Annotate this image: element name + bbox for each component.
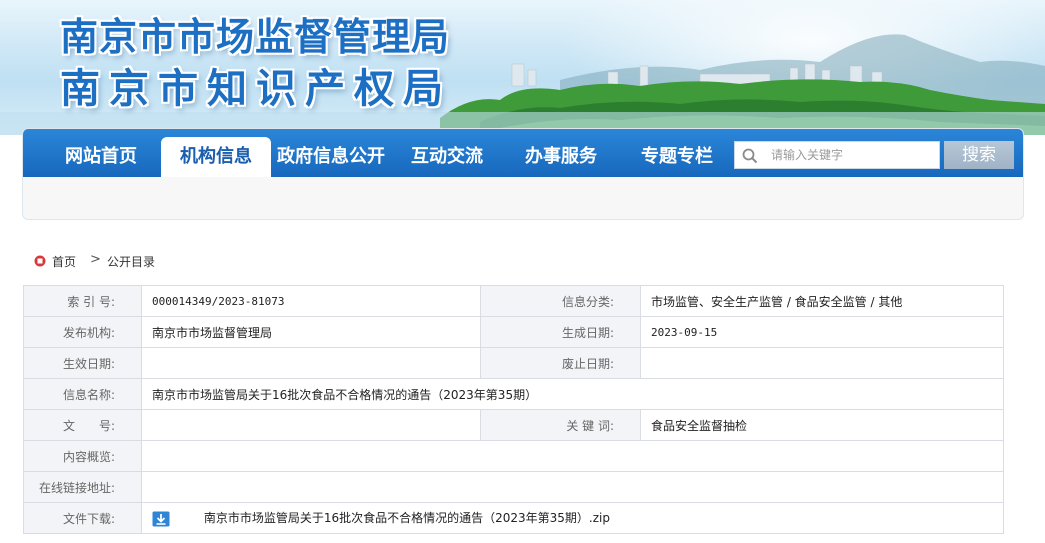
nav-item-interaction[interactable]: 互动交流 [399, 137, 495, 177]
nav-item-gov-disclosure[interactable]: 政府信息公开 [273, 137, 389, 177]
table-row: 文 号: 关 键 词: 食品安全监督抽检 [23, 409, 1004, 441]
table-row: 在线链接地址: [23, 471, 1004, 503]
info-name-value: 南京市市场监管局关于16批次食品不合格情况的通告（2023年第35期） [141, 378, 1004, 410]
abolished-date-label: 废止日期: [480, 347, 641, 379]
table-row: 索 引 号: 000014349/2023-81073 信息分类: 市场监管、安… [23, 285, 1004, 317]
doc-no-value [141, 409, 481, 441]
effective-date-value [141, 347, 481, 379]
search-button[interactable]: 搜索 [944, 141, 1014, 169]
header-banner: 南京市市场监督管理局 南京市知识产权局 [0, 0, 1045, 135]
created-date-label: 生成日期: [480, 316, 641, 348]
nav-item-home[interactable]: 网站首页 [51, 137, 151, 177]
nav-item-services[interactable]: 办事服务 [513, 137, 609, 177]
abolished-date-value [640, 347, 1004, 379]
publisher-label: 发布机构: [23, 316, 142, 348]
table-row: 生效日期: 废止日期: [23, 347, 1004, 379]
summary-value [141, 440, 1004, 472]
category-label: 信息分类: [480, 285, 641, 317]
location-marker-icon [34, 255, 46, 267]
download-file-link[interactable]: 南京市市场监管局关于16批次食品不合格情况的通告（2023年第35期）.zip [204, 511, 610, 525]
keywords-label: 关 键 词: [480, 409, 641, 441]
info-name-label: 信息名称: [23, 378, 142, 410]
created-date-value: 2023-09-15 [640, 316, 1004, 348]
nav-container: 网站首页 机构信息 政府信息公开 互动交流 办事服务 专题专栏 搜索 [22, 128, 1024, 220]
search-icon [742, 148, 758, 164]
index-no-value: 000014349/2023-81073 [141, 285, 481, 317]
keywords-value: 食品安全监督抽检 [640, 409, 1004, 441]
info-table: 索 引 号: 000014349/2023-81073 信息分类: 市场监管、安… [23, 285, 1004, 534]
index-no-label: 索 引 号: [23, 285, 142, 317]
table-row: 发布机构: 南京市市场监督管理局 生成日期: 2023-09-15 [23, 316, 1004, 348]
table-row: 信息名称: 南京市市场监管局关于16批次食品不合格情况的通告（2023年第35期… [23, 378, 1004, 410]
search-input[interactable] [771, 145, 935, 165]
download-icon[interactable] [152, 511, 170, 527]
nav-item-topics[interactable]: 专题专栏 [629, 137, 725, 177]
search-box [734, 141, 940, 169]
breadcrumb-home[interactable]: 首页 [52, 253, 76, 270]
table-row: 内容概览: [23, 440, 1004, 472]
effective-date-label: 生效日期: [23, 347, 142, 379]
breadcrumb-separator: > [90, 252, 101, 267]
table-row: 文件下载: 南京市市场监管局关于16批次食品不合格情况的通告（2023年第35期… [23, 502, 1004, 534]
nav-item-org-info[interactable]: 机构信息 [161, 137, 271, 177]
summary-label: 内容概览: [23, 440, 142, 472]
category-value: 市场监管、安全生产监管 / 食品安全监管 / 其他 [640, 285, 1004, 317]
site-title-line2: 南京市知识产权局 [60, 65, 452, 112]
main-nav: 网站首页 机构信息 政府信息公开 互动交流 办事服务 专题专栏 搜索 [23, 129, 1023, 177]
site-title-line1: 南京市市场监督管理局 [60, 14, 451, 59]
download-label: 文件下载: [23, 502, 142, 534]
publisher-value: 南京市市场监督管理局 [141, 316, 481, 348]
download-cell: 南京市市场监管局关于16批次食品不合格情况的通告（2023年第35期）.zip [141, 502, 1004, 534]
online-link-label: 在线链接地址: [23, 471, 142, 503]
online-link-value [141, 471, 1004, 503]
doc-no-label: 文 号: [23, 409, 142, 441]
breadcrumb-current[interactable]: 公开目录 [107, 253, 155, 270]
